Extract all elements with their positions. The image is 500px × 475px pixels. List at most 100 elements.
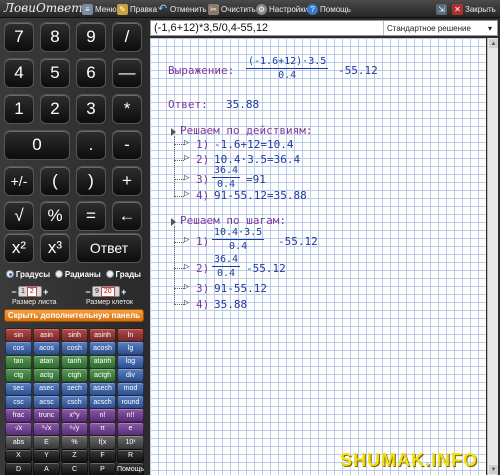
key-cube[interactable]: x³ [40,233,70,263]
settings-button[interactable]: ⚙ Настройки [256,2,308,16]
scroll-up-icon[interactable]: ▲ [489,39,498,48]
fn-key-3-4[interactable]: div [117,368,144,383]
key-plus[interactable]: + [112,166,142,196]
expand-icon[interactable]: ▷ [184,282,189,292]
fn-key-10-2[interactable]: C [61,462,88,475]
fn-key-3-3[interactable]: actgh [89,368,116,383]
fn-key-5-0[interactable]: csc [5,395,32,409]
radio-radians[interactable] [55,270,63,278]
fn-key-0-2[interactable]: sinh [61,328,88,342]
key-2[interactable]: 2 [40,94,70,124]
fn-key-4-2[interactable]: sech [61,381,88,396]
fn-key-9-0[interactable]: X [5,448,32,463]
fn-key-5-3[interactable]: acsch [89,395,116,409]
fn-key-5-1[interactable]: acsc [33,395,60,409]
key-dash[interactable]: — [112,58,142,88]
fn-key-5-4[interactable]: round [117,395,144,409]
fn-key-9-2[interactable]: Z [61,448,88,463]
key-6[interactable]: 6 [76,58,106,88]
fn-key-8-4[interactable]: 10ˣ [117,435,144,450]
key-divide[interactable]: / [112,22,142,52]
expand-icon[interactable]: ▷ [184,173,189,183]
fn-key-8-0[interactable]: abs [5,435,32,450]
key-sqrt[interactable]: √ [4,201,34,231]
undo-button[interactable]: ↶ Отменить [157,2,207,16]
radio-grads[interactable] [105,270,114,278]
expand-icon[interactable]: ▷ [184,153,189,163]
fn-key-7-4[interactable]: e [117,421,144,436]
key-square[interactable]: x² [4,233,34,263]
collapse-triangle-icon[interactable] [171,128,176,136]
solution-mode-select[interactable]: Стандартное решение ▾ [383,21,495,35]
sheet-size-value[interactable]: 2 [26,286,37,297]
scroll-down-icon[interactable]: ▼ [489,465,498,474]
fn-key-1-1[interactable]: acos [33,341,60,356]
edit-button[interactable]: ✎ Правка [117,2,157,16]
fn-key-4-0[interactable]: sec [5,381,32,396]
fn-key-6-2[interactable]: x^y [61,408,88,423]
key-9[interactable]: 9 [76,22,106,52]
fn-key-2-4[interactable]: log [117,354,144,369]
key-sign[interactable]: +/- [4,166,34,196]
fn-key-2-2[interactable]: tanh [61,354,88,369]
fn-key-7-3[interactable]: π [89,421,116,436]
fn-key-6-3[interactable]: n! [89,408,116,423]
fn-key-5-2[interactable]: csch [61,395,88,409]
hide-extra-panel-button[interactable]: Скрыть дополнительную панель [4,309,144,322]
fn-key-8-2[interactable]: % [61,435,88,450]
fn-key-9-1[interactable]: Y [33,448,60,463]
fn-key-6-4[interactable]: n!! [117,408,144,423]
key-5[interactable]: 5 [40,58,70,88]
fn-key-7-0[interactable]: √x [5,421,32,436]
expand-icon[interactable]: ▷ [184,235,189,245]
answer-button[interactable]: Ответ [76,233,142,263]
fn-key-1-4[interactable]: lg [117,341,144,356]
clear-button[interactable]: ✂ Очистить [208,2,256,16]
expand-icon[interactable]: ▷ [184,189,189,199]
key-0[interactable]: 0 [4,130,70,160]
fn-key-2-3[interactable]: atanh [89,354,116,369]
fn-key-10-1[interactable]: A [33,462,60,475]
fn-key-3-2[interactable]: ctgh [61,368,88,383]
fn-key-10-0[interactable]: D [5,462,32,475]
fn-key-1-0[interactable]: cos [5,341,32,356]
fn-key-3-1[interactable]: actg [33,368,60,383]
key-3[interactable]: 3 [76,94,106,124]
expand-icon[interactable]: ▷ [184,138,189,148]
close-button[interactable]: ✕ Закрыть [452,2,496,16]
key-lparen[interactable]: ( [40,166,70,196]
fn-key-2-1[interactable]: atan [33,354,60,369]
resize-button[interactable]: ⇲ [436,2,449,16]
fn-key-0-1[interactable]: asin [33,328,60,342]
fn-key-10-4[interactable]: Помощь [117,462,144,475]
collapse-triangle-icon[interactable] [171,218,176,226]
fn-key-9-3[interactable]: F [89,448,116,463]
key-1[interactable]: 1 [4,94,34,124]
key-multiply[interactable]: * [112,94,142,124]
cell-size-increase[interactable]: + [120,287,128,297]
key-dot[interactable]: . [76,130,106,160]
key-7[interactable]: 7 [4,22,34,52]
key-8[interactable]: 8 [40,22,70,52]
fn-key-10-3[interactable]: P [89,462,116,475]
fn-key-7-1[interactable]: ³√x [33,421,60,436]
help-button[interactable]: ? Помощь [307,2,351,16]
vertical-scrollbar[interactable]: ▲ ▼ [487,38,498,475]
key-4[interactable]: 4 [4,58,34,88]
fn-key-9-4[interactable]: R [117,448,144,463]
fn-key-2-0[interactable]: tan [5,354,32,369]
key-backspace[interactable]: ← [112,201,142,231]
fn-key-8-1[interactable]: E [33,435,60,450]
cell-size-decrease[interactable]: − [84,287,92,297]
sheet-size-decrease[interactable]: − [10,287,18,297]
fn-key-0-4[interactable]: ln [117,328,144,342]
expand-icon[interactable]: ▷ [184,298,189,308]
fn-key-7-2[interactable]: ˣ√y [61,421,88,436]
fn-key-1-3[interactable]: acosh [89,341,116,356]
key-percent[interactable]: % [40,201,70,231]
fn-key-8-3[interactable]: f(x [89,435,116,450]
fn-key-4-3[interactable]: asech [89,381,116,396]
fn-key-1-2[interactable]: cosh [61,341,88,356]
radio-degrees[interactable] [6,270,14,278]
expand-icon[interactable]: ▷ [184,262,189,272]
